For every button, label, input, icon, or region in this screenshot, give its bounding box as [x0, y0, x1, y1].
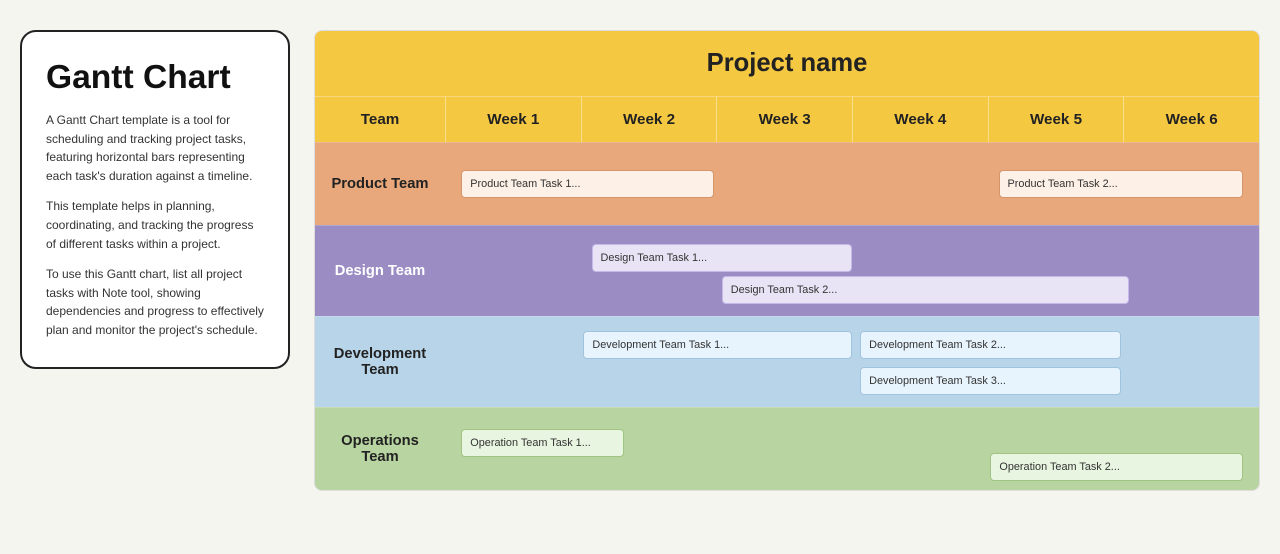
dev-task-3: Development Team Task 3...	[860, 367, 1120, 395]
week-1-header: Week 1	[445, 97, 581, 142]
design-tasks-area: Design Team Task 1... Design Team Task 2…	[445, 226, 1259, 316]
ops-task-1: Operation Team Task 1...	[461, 429, 624, 457]
week-2-header: Week 2	[581, 97, 717, 142]
product-tasks-area: Product Team Task 1... Product Team Task…	[445, 143, 1259, 225]
design-team-label: Design Team	[315, 226, 445, 316]
team-column-header: Team	[315, 97, 445, 142]
development-team-row: Development Team Development Team Task 1…	[315, 316, 1259, 407]
ops-task-2: Operation Team Task 2...	[990, 453, 1242, 481]
product-task-1: Product Team Task 1...	[461, 170, 713, 198]
gantt-chart: Project name Team Week 1 Week 2 Week 3 W…	[314, 30, 1260, 491]
week-5-header: Week 5	[988, 97, 1124, 142]
card-para-2: This template helps in planning, coordin…	[46, 197, 264, 253]
info-card: Gantt Chart A Gantt Chart template is a …	[20, 30, 290, 369]
product-team-row: Product Team Product Team Task 1... Prod…	[315, 142, 1259, 225]
design-team-row: Design Team Design Team Task 1... Design…	[315, 225, 1259, 316]
weeks-header-row: Team Week 1 Week 2 Week 3 Week 4 Week 5 …	[315, 96, 1259, 142]
week-3-header: Week 3	[716, 97, 852, 142]
card-para-1: A Gantt Chart template is a tool for sch…	[46, 111, 264, 185]
operations-tasks-area: Operation Team Task 1... Operation Team …	[445, 408, 1259, 490]
dev-task-1: Development Team Task 1...	[583, 331, 852, 359]
design-task-1: Design Team Task 1...	[592, 244, 852, 272]
product-task-2: Product Team Task 2...	[999, 170, 1243, 198]
design-task-2: Design Team Task 2...	[722, 276, 1129, 304]
card-para-3: To use this Gantt chart, list all projec…	[46, 265, 264, 339]
operations-team-row: Operations Team Operation Team Task 1...…	[315, 407, 1259, 490]
development-tasks-area: Development Team Task 1... Development T…	[445, 317, 1259, 407]
development-team-label: Development Team	[315, 317, 445, 407]
dev-task-2: Development Team Task 2...	[860, 331, 1120, 359]
week-4-header: Week 4	[852, 97, 988, 142]
week-6-header: Week 6	[1123, 97, 1259, 142]
card-title: Gantt Chart	[46, 60, 264, 97]
project-name-row: Project name	[315, 31, 1259, 96]
project-name: Project name	[707, 49, 868, 78]
product-team-label: Product Team	[315, 143, 445, 225]
operations-team-label: Operations Team	[315, 408, 445, 490]
